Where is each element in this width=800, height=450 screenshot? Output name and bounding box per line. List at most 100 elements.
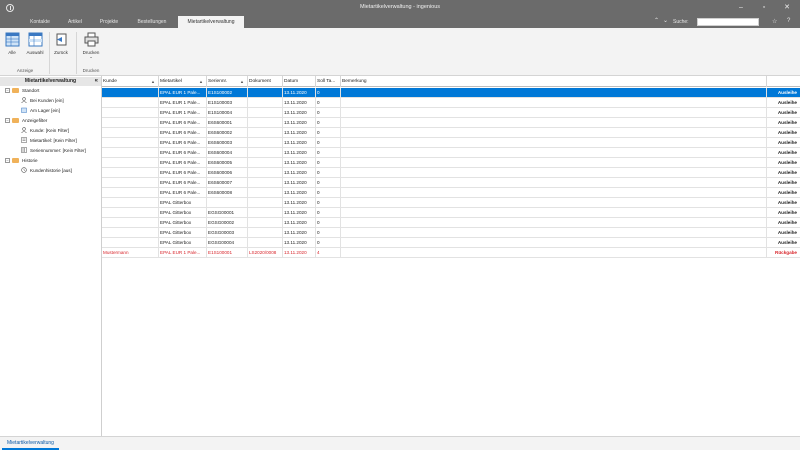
cell-bemerkung: [341, 158, 767, 168]
cell-aktion[interactable]: Ausleihe: [767, 208, 800, 218]
column-header-kunde[interactable]: Kunde ▲: [102, 76, 159, 87]
cell-aktion[interactable]: Ausleihe: [767, 168, 800, 178]
sort-icon: ▲: [199, 79, 203, 84]
cell-aktion[interactable]: Ausleihe: [767, 178, 800, 188]
print-button[interactable]: Drucken ⌄: [80, 32, 102, 59]
cell-mietartikel: EPAL EUR 1 Pale...: [159, 248, 207, 258]
cell-bemerkung: [341, 238, 767, 248]
tree-item-seriennummer-filter[interactable]: Seriennummer: [Kein Filter]: [21, 146, 86, 155]
table-row[interactable]: EPAL EUR 6 Pale... E6S600003 13.11.2020 0 Au…: [102, 138, 800, 148]
tree-item-standort[interactable]: Standort: [12, 86, 39, 95]
table-row[interactable]: EPAL Gitterbox EGSG00002 13.11.2020 0 Auslei…: [102, 218, 800, 228]
cell-bemerkung: [341, 218, 767, 228]
tree-expander[interactable]: −: [5, 118, 10, 123]
table-row[interactable]: EPAL EUR 6 Pale... E6S600006 13.11.2020 0 Au…: [102, 168, 800, 178]
group-divider: [49, 32, 50, 74]
cell-aktion[interactable]: Ausleihe: [767, 108, 800, 118]
cell-dokument: LS2020/0008: [248, 248, 283, 258]
tree-item-anzeigefilter[interactable]: Anzeigefilter: [12, 116, 47, 125]
cell-aktion[interactable]: Ausleihe: [767, 138, 800, 148]
column-header-aktion[interactable]: [767, 76, 800, 87]
column-header-bemerkung[interactable]: Bemerkung: [341, 76, 767, 87]
cell-aktion[interactable]: Ausleihe: [767, 238, 800, 248]
column-header-label: Bemerkung: [342, 79, 367, 84]
show-selection-button[interactable]: Auswahl: [23, 32, 47, 55]
table-row[interactable]: EPAL Gitterbox EGSG00003 13.11.2020 0 Auslei…: [102, 228, 800, 238]
column-header-soll-tage[interactable]: Soll Ta...: [316, 76, 341, 87]
tab-projekte[interactable]: Projekte: [93, 16, 125, 28]
cell-seriennr: E6S600005: [207, 158, 248, 168]
tree-item-label: Kunde: [Kein Filter]: [30, 128, 70, 133]
cell-aktion[interactable]: Ausleihe: [767, 158, 800, 168]
cell-aktion[interactable]: Ausleihe: [767, 228, 800, 238]
tree-item-kundenhistorie[interactable]: Kundenhistorie [aus]: [21, 166, 72, 175]
search-input[interactable]: [697, 18, 759, 26]
cell-aktion[interactable]: Ausleihe: [767, 198, 800, 208]
cell-datum: 13.11.2020: [283, 158, 316, 168]
cell-seriennr: E6S600008: [207, 188, 248, 198]
tab-kontakte[interactable]: Kontakte: [23, 16, 57, 28]
table-row[interactable]: Mustermann EPAL EUR 1 Pale... E1S100001 LS2…: [102, 248, 800, 258]
tree-item-mietartikel-filter[interactable]: Mietartikel: [Kein Filter]: [21, 136, 77, 145]
cell-soll-tage: 0: [316, 108, 341, 118]
column-header-label: Kunde: [103, 79, 117, 84]
cell-kunde: [102, 188, 159, 198]
cell-aktion[interactable]: Ausleihe: [767, 88, 800, 98]
table-row[interactable]: EPAL EUR 6 Pale... E6S600007 13.11.2020 0 Au…: [102, 178, 800, 188]
cell-aktion[interactable]: Ausleihe: [767, 118, 800, 128]
cell-aktion[interactable]: Ausleihe: [767, 188, 800, 198]
tree-expander[interactable]: −: [5, 88, 10, 93]
tab-artikel[interactable]: Artikel: [61, 16, 89, 28]
tab-bestellungen[interactable]: Bestellungen: [129, 16, 175, 28]
tree-item-historie[interactable]: Historie: [12, 156, 38, 165]
cell-soll-tage: 0: [316, 188, 341, 198]
cell-aktion[interactable]: Ausleihe: [767, 128, 800, 138]
table-row[interactable]: EPAL EUR 6 Pale... E6S600001 13.11.2020 0 Au…: [102, 118, 800, 128]
chevron-up-icon[interactable]: ⌃: [654, 17, 659, 24]
table-row[interactable]: EPAL EUR 1 Pale... E1S100004 13.11.2020 0 Au…: [102, 108, 800, 118]
back-button[interactable]: Zurück: [51, 32, 71, 55]
tab-mietartikelverwaltung[interactable]: Mietartikelverwaltung: [178, 16, 244, 28]
cell-datum: 13.11.2020: [283, 108, 316, 118]
maximize-icon[interactable]: ▫: [757, 2, 771, 14]
cell-bemerkung: [341, 248, 767, 258]
column-header-dokument[interactable]: Dokument: [248, 76, 283, 87]
table-row[interactable]: EPAL Gitterbox 13.11.2020 0 Ausleihe: [102, 198, 800, 208]
cell-aktion[interactable]: Ausleihe: [767, 148, 800, 158]
collapse-icon[interactable]: «: [95, 77, 98, 86]
cell-mietartikel: EPAL EUR 1 Pale...: [159, 98, 207, 108]
star-icon[interactable]: ☆: [772, 18, 777, 25]
panel-title-text: Mietartikelverwaltung: [24, 78, 77, 84]
cell-soll-tage: 0: [316, 198, 341, 208]
table-row[interactable]: EPAL EUR 6 Pale... E6S600008 13.11.2020 0 Au…: [102, 188, 800, 198]
column-header-datum[interactable]: Datum: [283, 76, 316, 87]
column-header-seriennr[interactable]: Seriennr. ▲: [207, 76, 248, 87]
tree-expander[interactable]: −: [5, 158, 10, 163]
tree-item-bei-kunden[interactable]: Bei Kunden [ein]: [21, 96, 64, 105]
table-row[interactable]: EPAL EUR 6 Pale... E6S600002 13.11.2020 0 Au…: [102, 128, 800, 138]
cell-datum: 13.11.2020: [283, 168, 316, 178]
document-tab-mietartikelverwaltung[interactable]: Mietartikelverwaltung: [2, 437, 59, 450]
table-row[interactable]: EPAL EUR 1 Pale... E1S100003 13.11.2020 0 Au…: [102, 98, 800, 108]
help-icon[interactable]: ?: [787, 18, 790, 24]
cell-aktion[interactable]: Rückgabe: [767, 248, 800, 258]
table-row[interactable]: EPAL Gitterbox EGSG00004 13.11.2020 0 Auslei…: [102, 238, 800, 248]
table-row[interactable]: EPAL EUR 6 Pale... E6S600005 13.11.2020 0 Au…: [102, 158, 800, 168]
show-all-label: Alle: [8, 50, 16, 55]
table-row[interactable]: EPAL EUR 6 Pale... E6S600004 13.11.2020 0 Au…: [102, 148, 800, 158]
tree-item-am-lager[interactable]: Am Lager [ein]: [21, 106, 60, 115]
cell-aktion[interactable]: Ausleihe: [767, 218, 800, 228]
minimize-icon[interactable]: –: [734, 2, 748, 14]
show-all-button[interactable]: Alle: [3, 32, 21, 55]
chevron-down-icon[interactable]: ⌄: [663, 17, 668, 24]
cell-soll-tage: 0: [316, 128, 341, 138]
table-row[interactable]: EPAL EUR 1 Pale... E1S100002 13.11.2020 0 Au…: [102, 88, 800, 98]
cell-aktion[interactable]: Ausleihe: [767, 98, 800, 108]
column-header-mietartikel[interactable]: Mietartikel ▲: [159, 76, 207, 87]
dropdown-arrow-icon[interactable]: ⌄: [80, 55, 102, 59]
cell-kunde: [102, 88, 159, 98]
tree-item-kunde-filter[interactable]: Kunde: [Kein Filter]: [21, 126, 69, 135]
cell-kunde: [102, 148, 159, 158]
close-icon[interactable]: ✕: [780, 2, 794, 14]
table-row[interactable]: EPAL Gitterbox EGSG00001 13.11.2020 0 Auslei…: [102, 208, 800, 218]
